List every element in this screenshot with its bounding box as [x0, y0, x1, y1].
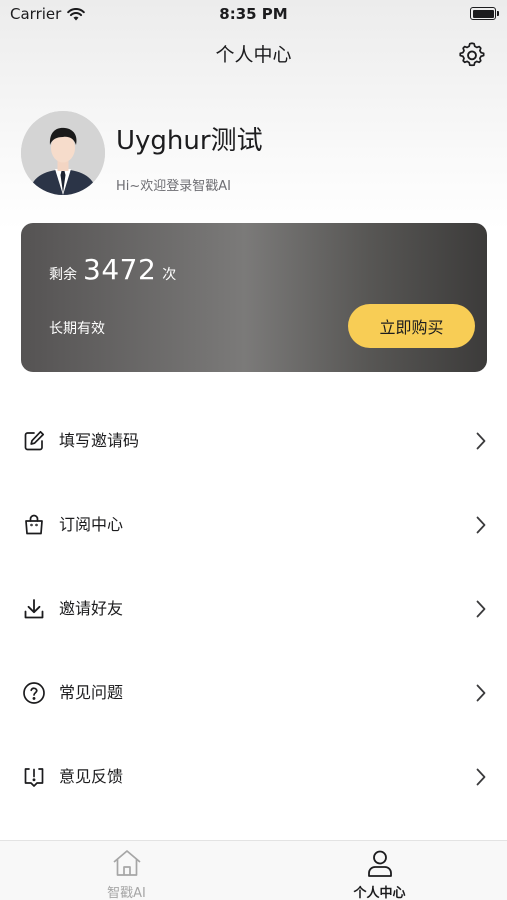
- shopping-bag-icon: [21, 512, 47, 538]
- tab-profile-label: 个人中心: [353, 886, 406, 900]
- status-bar: Carrier 8:35 PM: [0, 0, 507, 28]
- user-avatar-image: [21, 111, 105, 195]
- settings-button[interactable]: [457, 40, 487, 70]
- gear-icon: [459, 42, 485, 67]
- tab-profile[interactable]: 个人中心: [253, 841, 506, 900]
- home-icon: [112, 850, 141, 876]
- chevron-right-icon: [473, 765, 489, 789]
- help-circle-icon: [21, 680, 47, 706]
- balance-count: 3472: [83, 253, 157, 286]
- menu-item-invite-friends[interactable]: 邀请好友: [0, 566, 507, 650]
- chevron-right-icon: [473, 597, 489, 621]
- balance-prefix: 剩余: [49, 267, 77, 283]
- battery-icon: [470, 7, 499, 20]
- welcome-text: Hi~欢迎登录智戳AI: [116, 179, 232, 194]
- menu-item-subscription[interactable]: 订阅中心: [0, 482, 507, 566]
- menu-item-label: 订阅中心: [59, 515, 124, 534]
- tab-bar: 智戳AI 个人中心: [0, 840, 507, 900]
- chevron-right-icon: [473, 513, 489, 537]
- menu-list: 填写邀请码 订阅中心 邀请好友 常见问题 意见反馈: [0, 398, 507, 818]
- menu-item-feedback[interactable]: 意见反馈: [0, 734, 507, 818]
- menu-item-invite-code[interactable]: 填写邀请码: [0, 398, 507, 482]
- status-time: 8:35 PM: [219, 5, 288, 23]
- feedback-icon: [21, 764, 47, 790]
- balance-row: 剩余 3472 次: [49, 253, 176, 286]
- avatar[interactable]: [21, 111, 105, 195]
- chevron-right-icon: [473, 681, 489, 705]
- page-title: 个人中心: [215, 44, 292, 66]
- user-icon: [367, 850, 392, 877]
- username: Uyghur测试: [116, 126, 263, 156]
- buy-now-button[interactable]: 立即购买: [348, 304, 475, 348]
- tab-home-label: 智戳AI: [107, 886, 146, 900]
- tab-home[interactable]: 智戳AI: [0, 841, 253, 900]
- balance-card: 剩余 3472 次 长期有效 立即购买: [21, 223, 487, 372]
- edit-icon: [21, 428, 47, 454]
- download-icon: [21, 596, 47, 622]
- menu-item-faq[interactable]: 常见问题: [0, 650, 507, 734]
- menu-item-label: 邀请好友: [59, 599, 124, 618]
- balance-unit: 次: [162, 267, 177, 283]
- validity-label: 长期有效: [49, 321, 105, 337]
- chevron-right-icon: [473, 429, 489, 453]
- menu-item-label: 意见反馈: [59, 767, 124, 786]
- menu-item-label: 常见问题: [59, 683, 124, 702]
- menu-item-label: 填写邀请码: [59, 431, 140, 450]
